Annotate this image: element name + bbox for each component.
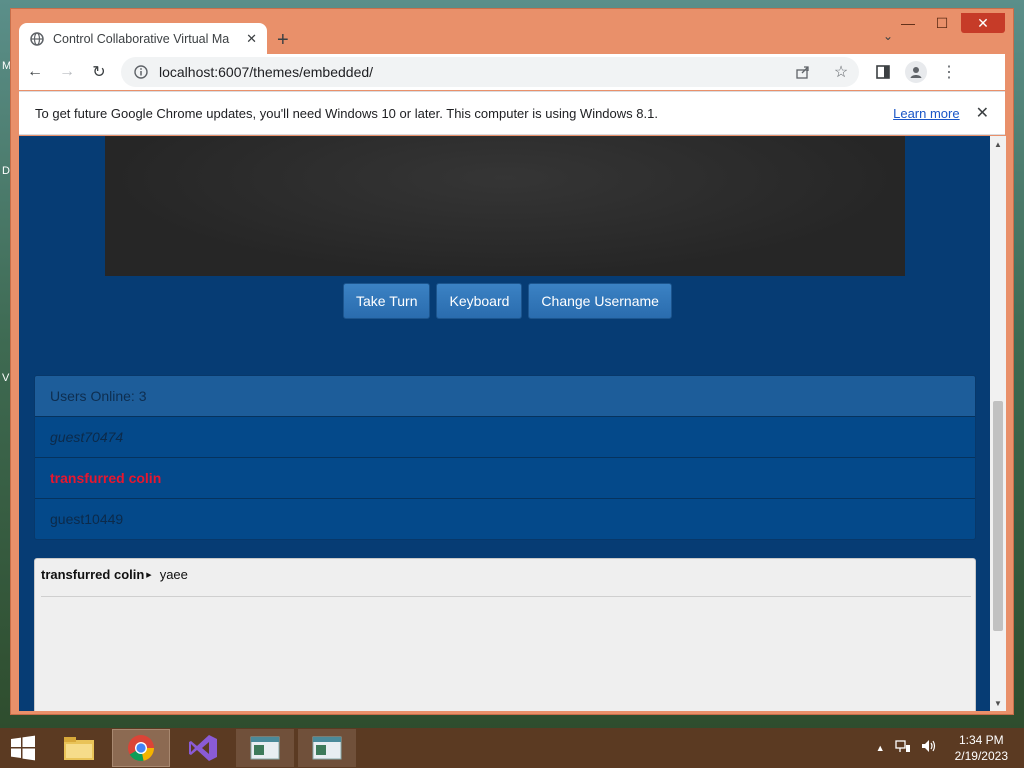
- change-username-button[interactable]: Change Username: [528, 283, 672, 319]
- infobar-message: To get future Google Chrome updates, you…: [35, 105, 658, 121]
- scroll-down-icon[interactable]: ▼: [990, 695, 1006, 711]
- user-list-item[interactable]: guest10449: [35, 498, 975, 539]
- volume-icon[interactable]: [921, 739, 937, 758]
- profile-avatar-icon[interactable]: [905, 61, 927, 83]
- url-text[interactable]: localhost:6007/themes/embedded/: [159, 64, 373, 80]
- menu-dots-icon[interactable]: ⋮: [939, 62, 959, 82]
- tab-strip: Control Collaborative Virtual Ma ✕ + ⌄: [19, 21, 1005, 54]
- chat-panel: transfurred colin ▶ yaee: [34, 558, 976, 711]
- windows-start-icon[interactable]: [0, 728, 46, 768]
- back-icon[interactable]: ←: [19, 56, 51, 88]
- system-tray: ▲ 1:34 PM 2/19/2023: [876, 732, 1008, 764]
- browser-toolbar: ← → ↻ localhost:6007/themes/embedded/ ☆ …: [19, 54, 1005, 90]
- tray-expand-icon[interactable]: ▲: [876, 743, 885, 753]
- globe-icon: [29, 31, 45, 47]
- network-icon[interactable]: [894, 739, 911, 758]
- page-scrollbar[interactable]: ▲ ▼: [990, 136, 1006, 711]
- learn-more-link[interactable]: Learn more: [893, 106, 959, 121]
- browser-window: — ☐ ✕ Control Collaborative Virtual Ma ✕…: [10, 8, 1014, 715]
- share-icon[interactable]: [793, 62, 813, 82]
- site-info-icon[interactable]: [133, 64, 149, 80]
- taskbar-clock[interactable]: 1:34 PM 2/19/2023: [955, 732, 1008, 764]
- take-turn-button[interactable]: Take Turn: [343, 283, 431, 319]
- user-list-item[interactable]: transfurred colin: [35, 457, 975, 498]
- new-tab-icon[interactable]: +: [277, 29, 289, 52]
- keyboard-button[interactable]: Keyboard: [436, 283, 523, 319]
- update-infobar: To get future Google Chrome updates, you…: [19, 91, 1005, 135]
- infobar-close-icon[interactable]: ✕: [976, 103, 989, 123]
- forward-icon[interactable]: →: [51, 56, 83, 88]
- bookmark-star-icon[interactable]: ☆: [831, 62, 851, 82]
- scroll-up-icon[interactable]: ▲: [990, 136, 1006, 152]
- clock-date: 2/19/2023: [954, 749, 1008, 763]
- tab-title: Control Collaborative Virtual Ma: [53, 31, 230, 46]
- close-tab-icon[interactable]: ✕: [246, 31, 257, 47]
- reload-icon[interactable]: ↻: [83, 56, 115, 88]
- file-explorer-icon[interactable]: [50, 729, 108, 767]
- chat-message: transfurred colin ▶ yaee: [41, 567, 188, 582]
- vm-button-group: Take Turn Keyboard Change Username: [343, 283, 672, 319]
- window-app-icon[interactable]: [298, 729, 356, 767]
- tab-search-chevron-icon[interactable]: ⌄: [883, 29, 893, 43]
- browser-tab[interactable]: Control Collaborative Virtual Ma ✕: [19, 23, 267, 54]
- users-online-panel: Users Online: 3 guest70474 transfurred c…: [34, 375, 976, 540]
- chat-arrow-icon: ▶: [146, 571, 152, 579]
- chrome-icon[interactable]: [112, 729, 170, 767]
- clock-time: 1:34 PM: [958, 733, 1004, 747]
- desktop-icon-label: D: [2, 165, 10, 177]
- address-bar[interactable]: localhost:6007/themes/embedded/ ☆: [121, 57, 859, 87]
- visual-studio-icon[interactable]: [174, 729, 232, 767]
- scrollbar-thumb[interactable]: [993, 401, 1003, 631]
- chat-username: transfurred colin: [41, 567, 145, 582]
- vm-display[interactable]: [105, 136, 905, 276]
- chat-divider: [41, 596, 971, 597]
- users-online-heading: Users Online: 3: [35, 376, 975, 416]
- window-app-icon[interactable]: [236, 729, 294, 767]
- desktop-icon-label: V: [2, 372, 10, 384]
- side-panel-icon[interactable]: [873, 62, 893, 82]
- chat-text: yaee: [159, 567, 188, 582]
- taskbar: ▲ 1:34 PM 2/19/2023: [0, 728, 1024, 768]
- page-viewport: Take Turn Keyboard Change Username Users…: [19, 136, 990, 711]
- user-list-item[interactable]: guest70474: [35, 416, 975, 457]
